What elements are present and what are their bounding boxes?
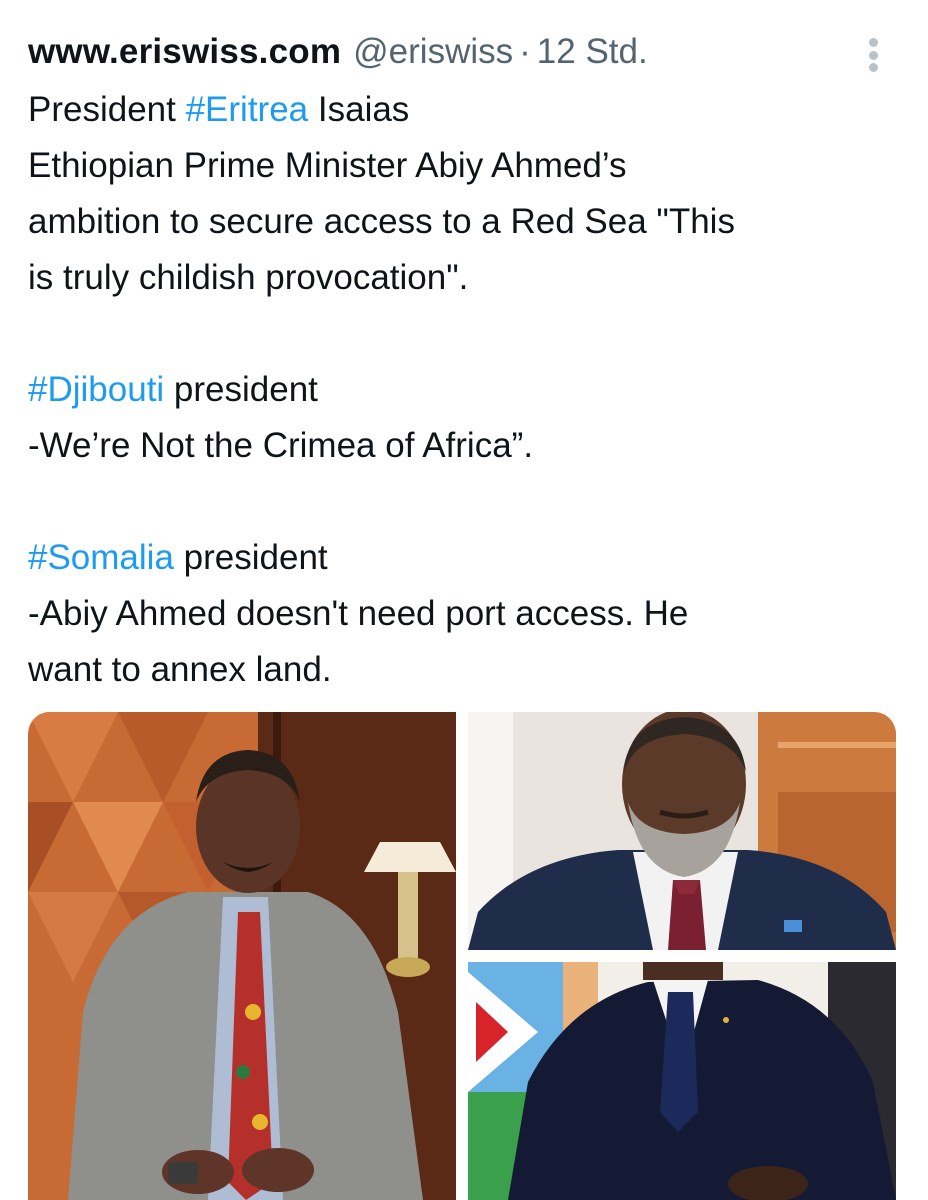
tweet-line: is truly childish provocation". <box>28 258 469 297</box>
tweet-line: #Djibouti president <box>28 362 900 418</box>
photo-3[interactable] <box>468 962 896 1200</box>
tweet-line: Ethiopian Prime Minister Abiy Ahmed’s <box>28 146 627 185</box>
photo-2[interactable] <box>468 712 896 950</box>
tweet-line: President #Eritrea Isaias <box>28 82 900 138</box>
timestamp[interactable]: 12 Std. <box>537 32 648 72</box>
tweet-text: President #Eritrea Isaias Ethiopian Prim… <box>28 82 900 698</box>
photo-1-image <box>28 712 456 1200</box>
text-segment: Isaias <box>308 90 410 129</box>
tweet-line: ambition to secure access to a Red Sea "… <box>28 202 735 241</box>
hashtag-djibouti[interactable]: #Djibouti <box>28 370 164 409</box>
tweet-line: -We’re Not the Crimea of Africa”. <box>28 426 534 465</box>
author-handle[interactable]: @eriswiss <box>353 32 513 72</box>
photo-2-image <box>468 712 896 950</box>
text-segment: president <box>173 538 328 577</box>
tweet-line: -Abiy Ahmed doesn't need port access. He <box>28 594 689 633</box>
media-grid <box>28 712 896 1200</box>
author-name[interactable]: www.eriswiss.com <box>28 32 341 72</box>
photo-1[interactable] <box>28 712 456 1200</box>
hashtag-somalia[interactable]: #Somalia <box>28 538 174 577</box>
tweet-line: #Somalia president <box>28 530 900 586</box>
hashtag-eritrea[interactable]: #Eritrea <box>186 90 309 129</box>
text-segment: President <box>28 90 186 129</box>
text-segment: president <box>164 370 318 409</box>
separator-dot: · <box>519 32 531 71</box>
tweet-line: want to annex land. <box>28 650 332 689</box>
photo-3-image <box>468 962 896 1200</box>
more-vertical-icon[interactable] <box>858 36 888 74</box>
tweet-header: www.eriswiss.com @eriswiss · 12 Std. <box>28 28 900 76</box>
